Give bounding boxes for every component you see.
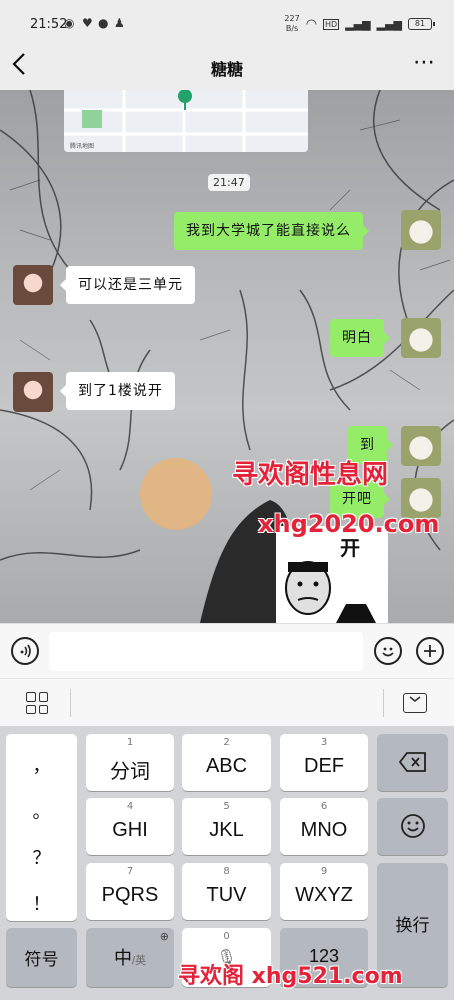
contact-avatar[interactable] [13, 265, 53, 305]
hide-keyboard-icon[interactable] [403, 693, 427, 713]
voice-icon[interactable] [11, 637, 39, 665]
key-9[interactable]: 9 WXYZ [280, 863, 368, 920]
key-8[interactable]: 8 TUV [182, 863, 271, 920]
signal-icon: ▂▄▆ [345, 17, 371, 31]
message-bubble-sent[interactable]: 我到大学城了能直接说么 [174, 212, 369, 250]
eye-icon: ◉ [64, 16, 75, 30]
keyboard: ， 。 ？ ！ 1 分词 2 ABC 3 DEF 4 GHI 5 JKL 6 M… [0, 726, 454, 1000]
map-graphic [64, 90, 308, 152]
heart-icon: ♥ [82, 16, 93, 30]
my-avatar[interactable] [401, 318, 441, 358]
message-input[interactable] [49, 632, 363, 671]
toolbar-divider [70, 689, 71, 717]
key-4[interactable]: 4 GHI [86, 798, 174, 855]
backspace-key[interactable] [377, 734, 448, 791]
emoji-key[interactable] [377, 798, 448, 855]
symbols-key[interactable]: 符号 [6, 928, 77, 987]
language-switch-key[interactable]: ⊕ 中/英 [86, 928, 174, 987]
signal-icon-2: ▂▄▆ [376, 17, 402, 31]
my-avatar[interactable] [401, 426, 441, 466]
key-3[interactable]: 3 DEF [280, 734, 368, 791]
chat-area[interactable]: 腾讯地图 21:47 我到大学城了能直接说么 可以还是三单元 明白 到了1楼说开… [0, 90, 454, 623]
punct-key[interactable]: ？ [6, 844, 77, 870]
status-time: 21:52 [30, 17, 68, 32]
wechat-icon: ● [98, 16, 109, 30]
location-map-card[interactable]: 腾讯地图 [64, 90, 308, 152]
keyboard-toolbar [0, 678, 454, 726]
grid-menu-icon[interactable] [26, 692, 48, 714]
message-input-bar [0, 623, 454, 678]
message-timestamp: 21:47 [208, 174, 250, 191]
key-1[interactable]: 1 分词 [86, 734, 174, 791]
qq-icon: ♟ [114, 16, 125, 30]
key-7[interactable]: 7 PQRS [86, 863, 174, 920]
message-bubble-sent[interactable]: 明白 [330, 319, 390, 357]
emoji-key-icon [400, 814, 425, 838]
wifi-icon: ◠ [305, 16, 318, 32]
toolbar-divider [383, 689, 384, 717]
message-bubble-received[interactable]: 到了1楼说开 [60, 372, 175, 410]
punct-key[interactable]: 。 [6, 798, 77, 824]
plus-icon[interactable] [416, 637, 444, 665]
punctuation-column[interactable]: ， 。 ？ ！ [6, 734, 77, 921]
globe-icon: ⊕ [159, 930, 169, 943]
sticker-message[interactable]: 开 [276, 526, 388, 623]
key-6[interactable]: 6 MNO [280, 798, 368, 855]
emoji-icon[interactable] [374, 637, 402, 665]
key-5[interactable]: 5 JKL [182, 798, 271, 855]
backspace-icon [398, 752, 426, 772]
chat-title: 糖糖 [210, 60, 243, 79]
my-avatar[interactable] [401, 210, 441, 250]
message-bubble-received[interactable]: 可以还是三单元 [60, 266, 195, 304]
status-right: 227 B/s ◠ HD ▂▄▆ ▂▄▆ 81 [284, 14, 435, 34]
contact-avatar[interactable] [13, 372, 53, 412]
more-icon[interactable]: ⋯ [413, 50, 436, 75]
punct-key[interactable]: ！ [6, 890, 77, 916]
watermark-top-url: xhg2020.com [258, 510, 440, 538]
map-footer: 腾讯地图 [70, 143, 95, 150]
network-speed: 227 B/s [284, 14, 300, 33]
battery-icon: 81 [408, 18, 435, 30]
punct-key[interactable]: ， [6, 752, 77, 778]
chat-header: 糖糖 ⋯ [0, 46, 454, 90]
key-2[interactable]: 2 ABC [182, 734, 271, 791]
meme-face-icon [285, 561, 376, 623]
status-bar: 21:52 ◉ ♥ ● ♟ 227 B/s ◠ HD ▂▄▆ ▂▄▆ 81 [0, 0, 454, 46]
watermark-top-text: 寻欢阁性息网 [232, 460, 389, 490]
hd-icon: HD [323, 18, 340, 30]
watermark-bottom: 寻欢阁 xhg521.com [178, 964, 403, 989]
